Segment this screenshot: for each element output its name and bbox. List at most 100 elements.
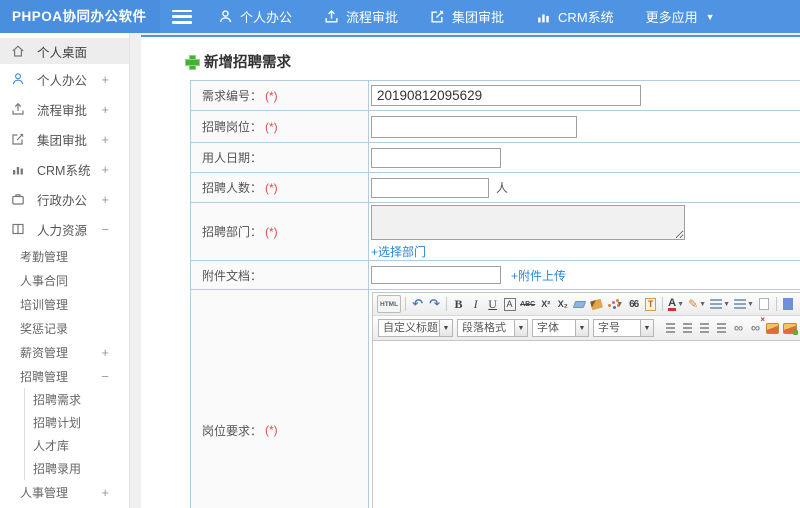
sidebar-item-training[interactable]: 培训管理 [0, 292, 129, 316]
main-content: 新增招聘需求 需求编号：(*) 招聘岗位：(*) 用人日期： [141, 35, 800, 508]
border-text-button[interactable]: A [503, 297, 516, 311]
sidebar-item-recruitment[interactable]: 招聘管理 − [0, 364, 129, 388]
nav-flow-approval[interactable]: 流程审批 [324, 7, 398, 26]
expand-toggle[interactable]: + [101, 102, 109, 117]
align-right-button[interactable] [697, 319, 712, 337]
bold-button[interactable]: B [451, 295, 466, 313]
collapse-toggle[interactable]: − [101, 222, 109, 237]
source-html-button[interactable]: HTML [377, 295, 402, 313]
insert-link-button[interactable]: ∞ [731, 319, 746, 337]
spray-icon [608, 304, 612, 307]
department-label: 招聘部门： (*) [191, 203, 369, 260]
insert-image-button[interactable] [765, 319, 780, 337]
expand-toggle[interactable]: + [101, 72, 109, 87]
paste-text-button[interactable]: T [644, 297, 657, 311]
new-page-button[interactable] [757, 295, 772, 313]
attachment-upload-link[interactable]: +附件上传 [511, 267, 566, 284]
remove-format-button[interactable] [572, 295, 587, 313]
auto-typeset-button[interactable]: ▼ [606, 295, 624, 313]
sidebar-item-admin-office[interactable]: 行政办公 + [0, 184, 129, 214]
form-row-demand-no: 需求编号： (*) [191, 81, 800, 111]
align-right-icon [700, 323, 709, 333]
sidebar-item-hr-mgmt[interactable]: 人事管理 + [0, 480, 129, 504]
department-textarea[interactable] [371, 205, 685, 240]
highlight-color-button[interactable]: ✎ ▼ [687, 295, 707, 313]
hire-date-input[interactable] [371, 147, 501, 168]
paragraph-format-select[interactable]: 段落格式 ▼ [457, 319, 528, 337]
sidebar-item-recruit-plan[interactable]: 招聘计划 [24, 411, 129, 434]
sidebar-item-talent-pool[interactable]: 人才库 [24, 434, 129, 457]
clipped-toolbar-icon[interactable] [782, 298, 793, 310]
sidebar-item-flow-approval[interactable]: 流程审批 + [0, 94, 129, 124]
attachment-label: 附件文档： [191, 261, 369, 289]
sidebar-item-salary[interactable]: 薪资管理 + [0, 340, 129, 364]
select-department-link[interactable]: +选择部门 [371, 243, 426, 260]
font-size-select[interactable]: 字号 ▼ [593, 319, 654, 337]
ordered-list-button[interactable]: ▼ [709, 295, 731, 313]
strikethrough-button[interactable]: ABC [519, 295, 536, 313]
app-logo[interactable]: PHPOA协同办公软件 [0, 0, 160, 33]
nav-personal-office[interactable]: 个人办公 [218, 7, 292, 26]
position-input[interactable] [371, 115, 577, 138]
sidebar-item-group-approval[interactable]: 集团审批 + [0, 124, 129, 154]
sidebar-item-desktop[interactable]: 个人桌面 [0, 38, 129, 64]
underline-button[interactable]: U [485, 295, 500, 313]
undo-icon[interactable]: ↶ [410, 295, 425, 313]
headcount-label: 招聘人数： (*) [191, 173, 369, 202]
top-bar: PHPOA协同办公软件 个人办公 流程审批 集团审批 CRM系统 更多应用 ▼ [0, 0, 800, 33]
format-brush-button[interactable] [589, 295, 604, 313]
add-plus-icon [185, 55, 200, 70]
form-row-department: 招聘部门： (*) +选择部门 [191, 203, 800, 261]
page-title: 新增招聘需求 [204, 55, 291, 71]
form-row-position: 招聘岗位： (*) [191, 111, 800, 143]
chevron-down-icon: ▼ [616, 300, 624, 308]
align-justify-button[interactable] [714, 319, 729, 337]
flow-approval-icon [324, 9, 346, 24]
remove-link-button[interactable]: ∞ [748, 315, 765, 337]
expand-toggle[interactable]: + [101, 162, 109, 177]
sidebar-item-hr[interactable]: 人力资源 − [0, 214, 129, 244]
align-center-button[interactable] [680, 319, 695, 337]
nav-crm[interactable]: CRM系统 [536, 7, 614, 26]
redo-icon[interactable]: ↷ [427, 295, 442, 313]
upload-image-button[interactable] [782, 319, 797, 337]
headcount-input[interactable] [371, 177, 489, 198]
ordered-list-icon [710, 299, 723, 309]
italic-button[interactable]: I [468, 295, 483, 313]
headcount-unit: 人 [496, 181, 509, 195]
image-plus-icon [782, 322, 797, 334]
menu-toggle-icon[interactable] [172, 9, 192, 24]
subscript-button[interactable]: X₂ [555, 295, 570, 313]
form-row-headcount: 招聘人数： (*) 人 [191, 173, 800, 203]
edit-square-icon [430, 9, 452, 24]
sidebar-item-rewards[interactable]: 奖惩记录 [0, 316, 129, 340]
sidebar: 个人桌面 个人办公 + 流程审批 + 集团审批 + CRM系统 + 行政办公 +… [0, 33, 130, 508]
sidebar-item-personal-office[interactable]: 个人办公 + [0, 64, 129, 94]
sidebar-item-hr-contract[interactable]: 人事合同 [0, 268, 129, 292]
sidebar-item-recruit-demand[interactable]: 招聘需求 [24, 388, 129, 411]
attachment-input[interactable] [371, 266, 501, 284]
superscript-button[interactable]: X² [538, 295, 553, 313]
align-left-button[interactable] [663, 319, 678, 337]
font-color-button[interactable]: A ▼ [667, 295, 685, 313]
font-family-select[interactable]: 字体 ▼ [532, 319, 589, 337]
nav-more-apps[interactable]: 更多应用 ▼ [646, 7, 715, 26]
expand-toggle[interactable]: + [101, 345, 109, 360]
sidebar-item-recruit-hire[interactable]: 招聘录用 [24, 457, 129, 480]
expand-toggle[interactable]: + [101, 485, 109, 500]
align-left-icon [666, 323, 675, 333]
chevron-down-icon: ▼ [699, 300, 707, 308]
unordered-list-button[interactable]: ▼ [733, 295, 755, 313]
sidebar-item-attendance[interactable]: 考勤管理 [0, 244, 129, 268]
demand-no-input[interactable] [371, 85, 641, 106]
form-row-date: 用人日期： [191, 143, 800, 173]
expand-toggle[interactable]: + [101, 192, 109, 207]
editor-content-area[interactable] [373, 341, 800, 508]
custom-title-select[interactable]: 自定义标题 ▼ [378, 319, 453, 337]
expand-toggle[interactable]: + [101, 132, 109, 147]
image-icon [766, 322, 779, 334]
blockquote-button[interactable]: 66 [626, 295, 641, 313]
sidebar-item-crm[interactable]: CRM系统 + [0, 154, 129, 184]
nav-group-approval[interactable]: 集团审批 [430, 7, 504, 26]
collapse-toggle[interactable]: − [101, 369, 109, 384]
